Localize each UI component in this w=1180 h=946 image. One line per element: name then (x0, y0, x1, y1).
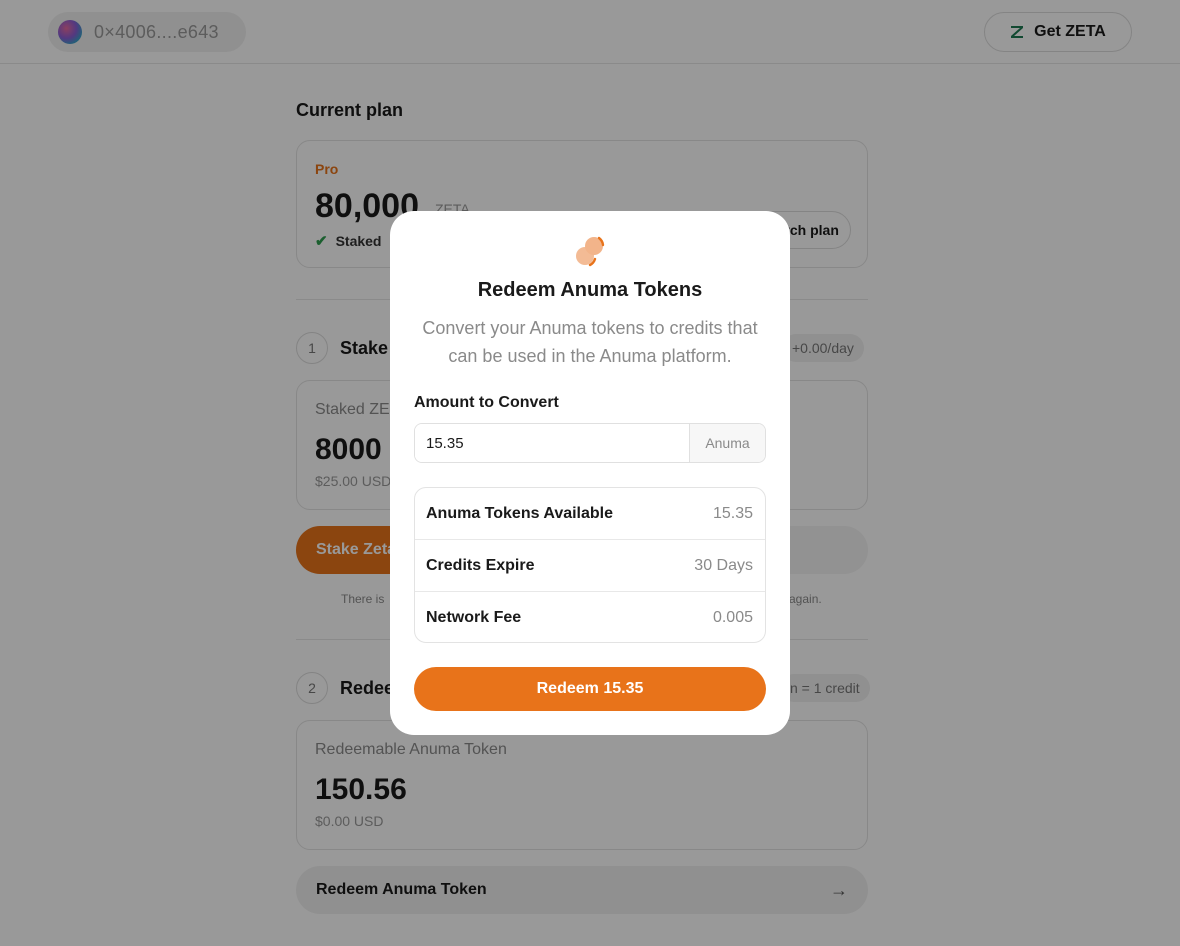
modal-title: Redeem Anuma Tokens (477, 279, 703, 301)
info-table: Anuma Tokens Available 15.35 Credits Exp… (414, 487, 766, 643)
info-row: Network Fee 0.005 (415, 592, 765, 642)
info-key: Credits Expire (426, 556, 535, 574)
info-row: Credits Expire 30 Days (415, 540, 765, 592)
info-key: Network Fee (426, 609, 522, 626)
amount-unit: Anuma (689, 424, 765, 462)
modal-description: Convert your Anuma tokens to credits tha… (422, 318, 758, 366)
amount-field: Anuma (414, 423, 766, 463)
amount-input[interactable] (415, 424, 689, 462)
redeem-button[interactable]: Redeem 15.35 (414, 667, 766, 711)
info-value: 15.35 (712, 504, 753, 522)
info-row: Anuma Tokens Available 15.35 (415, 488, 765, 540)
redeem-modal: Redeem Anuma Tokens Convert your Anuma t… (390, 211, 790, 735)
amount-label: Amount to Convert (414, 394, 559, 411)
info-value: 0.005 (712, 609, 753, 626)
info-key: Anuma Tokens Available (426, 504, 614, 522)
info-value: 30 Days (694, 556, 753, 574)
anuma-logo-icon (576, 236, 605, 267)
